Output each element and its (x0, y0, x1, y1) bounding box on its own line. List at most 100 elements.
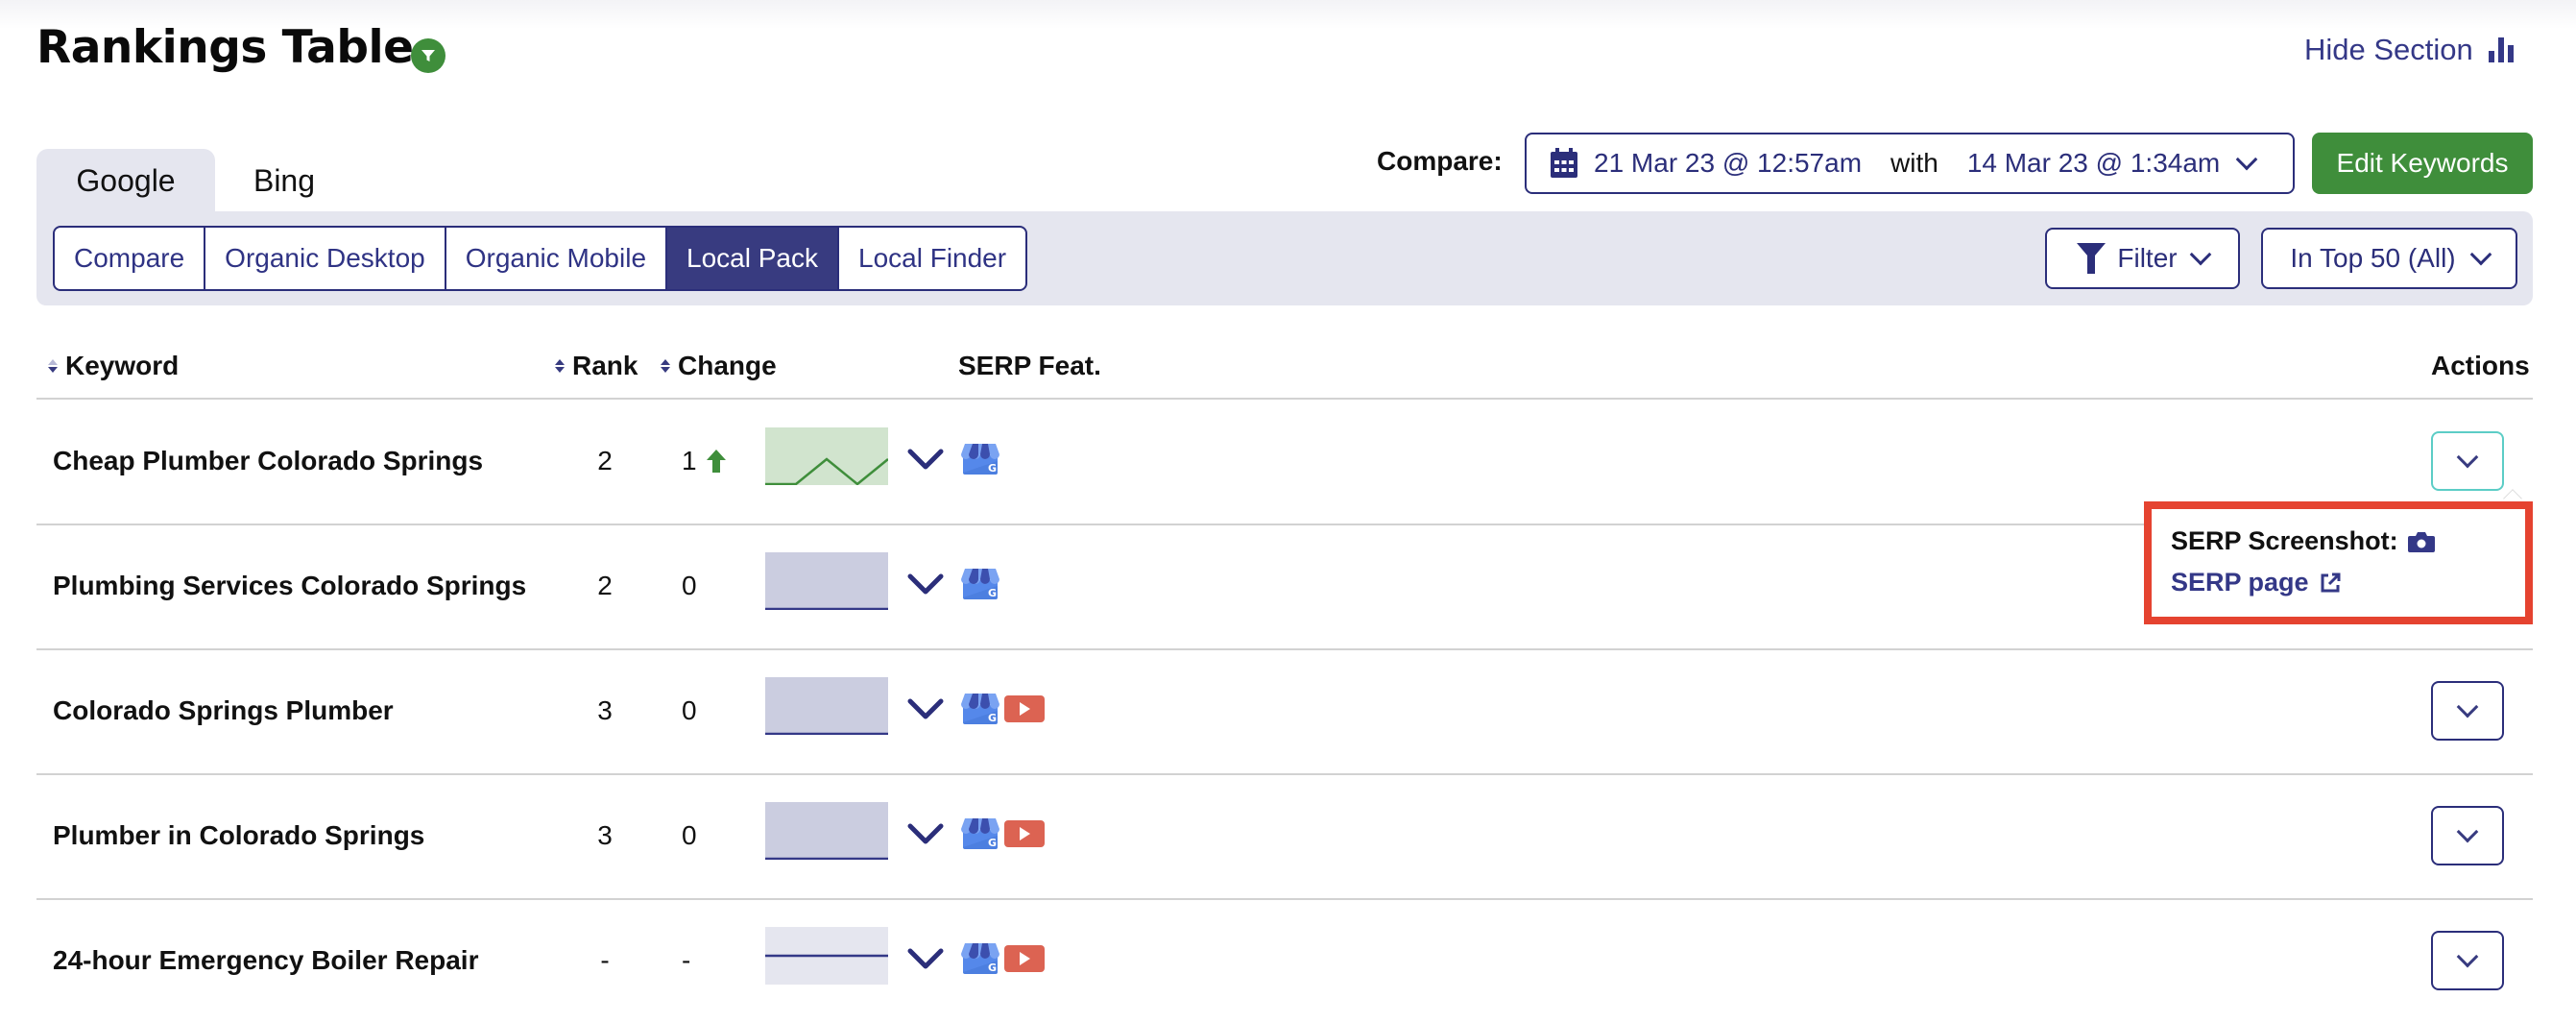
filter-active-badge[interactable] (411, 38, 445, 73)
serp-features-cell: G (960, 524, 1000, 648)
column-header-rank[interactable]: Rank (555, 351, 638, 381)
expand-chevron-icon[interactable] (906, 442, 945, 480)
sort-icon[interactable] (661, 359, 670, 373)
sparkline-area (765, 552, 888, 610)
chevron-down-icon (2469, 243, 2492, 266)
table-row: 24-hour Emergency Boiler Repair - - G (0, 898, 2576, 1023)
funnel-icon (421, 50, 435, 61)
sort-icon[interactable] (48, 359, 58, 373)
rank-range-label: In Top 50 (All) (2290, 243, 2456, 273)
video-icon (1004, 943, 1045, 979)
svg-text:G: G (988, 962, 997, 974)
serp-features-cell: G (960, 898, 1045, 1023)
svg-text:G: G (988, 462, 997, 475)
view-tab-local-pack[interactable]: Local Pack (667, 228, 839, 289)
column-label: Rank (572, 351, 638, 380)
funnel-icon (2077, 243, 2107, 274)
column-header-keyword[interactable]: Keyword (48, 351, 179, 381)
chevron-down-icon (2189, 243, 2211, 266)
chevron-down-icon (2456, 695, 2479, 719)
column-header-change[interactable]: Change (661, 351, 777, 381)
svg-text:G: G (988, 837, 997, 849)
table-row: Colorado Springs Plumber 3 0 G (0, 648, 2576, 773)
compare-from-date: 21 Mar 23 @ 12:57am (1594, 148, 1863, 178)
serp-screenshot-item[interactable]: SERP Screenshot: (2171, 526, 2506, 556)
video-icon (1004, 818, 1045, 854)
table-row: Plumber in Colorado Springs 3 0 G (0, 773, 2576, 898)
view-tab-compare[interactable]: Compare (55, 228, 206, 289)
rank-range-dropdown[interactable]: In Top 50 (All) (2261, 228, 2517, 289)
chevron-down-icon (2456, 446, 2479, 469)
row-actions-button[interactable] (2431, 431, 2504, 491)
google-my-business-icon: G (960, 817, 1000, 854)
trend-sparkline[interactable] (765, 802, 888, 860)
change-value: 0 (682, 571, 697, 600)
sort-icon[interactable] (555, 359, 565, 373)
external-link-icon (2321, 572, 2341, 592)
expand-chevron-icon[interactable] (906, 941, 945, 980)
google-my-business-icon: G (960, 942, 1000, 979)
tab-bing[interactable]: Bing (215, 149, 353, 212)
row-actions-button[interactable] (2431, 931, 2504, 990)
serp-page-label: SERP page (2171, 568, 2309, 597)
calendar-icon (1550, 148, 1578, 179)
page-title: Rankings Table (36, 21, 414, 74)
rank-cell: - (600, 945, 610, 975)
compare-date-picker[interactable]: 21 Mar 23 @ 12:57am with 14 Mar 23 @ 1:3… (1525, 133, 2295, 194)
hide-section-link[interactable]: Hide Section (2304, 33, 2514, 67)
keyword-cell: Cheap Plumber Colorado Springs (53, 446, 484, 475)
compare-label: Compare: (1377, 146, 1503, 176)
expand-chevron-icon[interactable] (906, 816, 945, 855)
column-label: SERP Feat. (958, 351, 1101, 380)
trend-sparkline[interactable] (765, 677, 888, 735)
view-tab-local-finder[interactable]: Local Finder (839, 228, 1025, 289)
serp-page-link[interactable]: SERP page (2171, 568, 2506, 597)
change-cell: 0 (682, 524, 697, 648)
bar-chart-icon (2488, 37, 2514, 62)
trend-sparkline[interactable] (765, 552, 888, 610)
compare-to-date: 14 Mar 23 @ 1:34am (1966, 148, 2221, 178)
row-actions-button[interactable] (2431, 806, 2504, 865)
chevron-down-icon (2235, 148, 2258, 171)
change-cell: 1 (682, 399, 726, 524)
trend-sparkline[interactable] (765, 427, 888, 485)
google-my-business-icon: G (960, 568, 1000, 604)
rank-cell: 2 (597, 571, 613, 600)
serp-features-cell: G (960, 773, 1045, 898)
serp-features-cell: G (960, 399, 1000, 524)
filter-dropdown[interactable]: Filter (2045, 228, 2240, 289)
keyword-cell: Colorado Springs Plumber (53, 695, 394, 725)
video-icon (1004, 694, 1045, 729)
rank-cell: 3 (597, 820, 613, 850)
hide-section-label: Hide Section (2304, 33, 2473, 66)
camera-icon[interactable] (2407, 531, 2435, 552)
expand-chevron-icon[interactable] (906, 567, 945, 605)
chevron-down-icon (2456, 945, 2479, 968)
column-label: Actions (2431, 351, 2530, 380)
sparkline-area (765, 427, 888, 485)
keyword-cell: Plumber in Colorado Springs (53, 820, 425, 850)
trend-sparkline[interactable] (765, 927, 888, 985)
expand-chevron-icon[interactable] (906, 692, 945, 730)
edit-keywords-button[interactable]: Edit Keywords (2312, 133, 2533, 194)
actions-popover: SERP Screenshot: SERP page (2144, 501, 2533, 624)
column-header-serp-features: SERP Feat. (958, 351, 1101, 381)
change-value: 0 (682, 695, 697, 725)
change-value: 0 (682, 820, 697, 850)
view-tabs: Compare Organic Desktop Organic Mobile L… (53, 226, 1028, 291)
keyword-cell: Plumbing Services Colorado Springs (53, 571, 527, 600)
compare-with-label: with (1890, 148, 1938, 178)
rank-cell: 3 (597, 695, 613, 725)
change-cell: 0 (682, 648, 697, 773)
filter-label: Filter (2117, 243, 2178, 273)
sparkline-area (765, 677, 888, 735)
view-tab-organic-mobile[interactable]: Organic Mobile (446, 228, 668, 289)
chevron-down-icon (2456, 820, 2479, 843)
rank-cell: 2 (597, 446, 613, 475)
keyword-cell: 24-hour Emergency Boiler Repair (53, 945, 479, 975)
svg-text:G: G (988, 712, 997, 724)
tab-google[interactable]: Google (36, 149, 215, 212)
google-my-business-icon: G (960, 443, 1000, 479)
row-actions-button[interactable] (2431, 681, 2504, 741)
view-tab-organic-desktop[interactable]: Organic Desktop (205, 228, 446, 289)
